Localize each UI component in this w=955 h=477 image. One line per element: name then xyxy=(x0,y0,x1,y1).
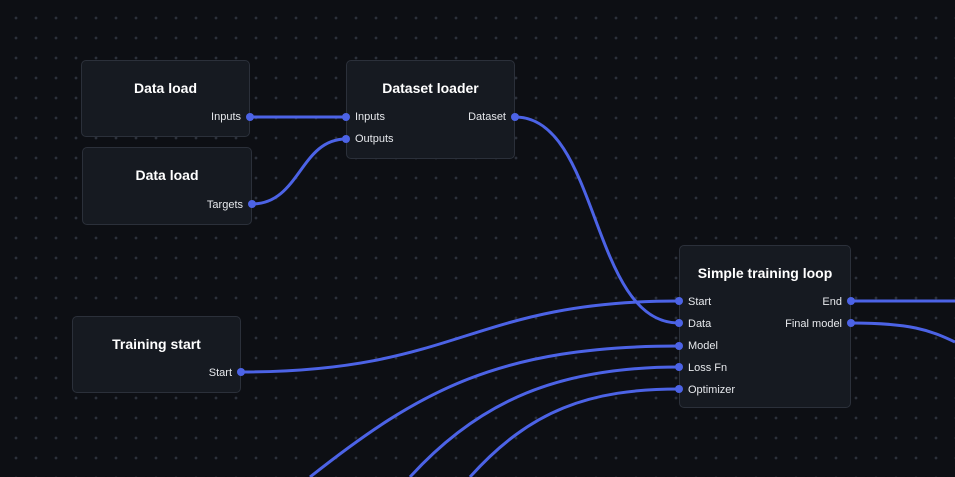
port-handle-loop-loss-fn-in[interactable] xyxy=(675,363,683,371)
wire-model-input xyxy=(309,344,680,477)
node-title: Training start xyxy=(112,336,201,352)
output-port-end-label: End xyxy=(822,296,842,308)
input-port-start-label: Start xyxy=(688,296,712,308)
wire-loss-fn-input xyxy=(408,365,680,477)
port-handle-loop-optimizer-in[interactable] xyxy=(675,385,683,393)
input-port-model-label: Model xyxy=(688,340,718,352)
output-port-inputs-label: Inputs xyxy=(211,111,241,123)
input-port-loss-fn-label: Loss Fn xyxy=(688,362,728,374)
node-title: Simple training loop xyxy=(697,265,833,281)
output-port-final-model-label: Final model xyxy=(785,318,842,330)
port-handle-loop-data-in[interactable] xyxy=(675,319,683,327)
wire-optimizer-input xyxy=(468,387,680,477)
port-handle-data-load-targets-out[interactable] xyxy=(248,200,256,208)
wire-targets-to-dataset-loader xyxy=(251,137,347,206)
node-title: Data load xyxy=(135,167,199,183)
simple-training-loop-node[interactable]: Simple training loop Start Data Model Lo… xyxy=(679,245,851,408)
port-handle-dataset-loader-dataset-out[interactable] xyxy=(511,113,519,121)
node-title: Dataset loader xyxy=(382,80,479,96)
data-load-node-inputs[interactable]: Data load Inputs xyxy=(81,60,250,137)
port-handle-loop-model-in[interactable] xyxy=(675,342,683,350)
output-port-dataset-label: Dataset xyxy=(468,111,506,123)
wire-final-model-offscreen xyxy=(850,321,955,344)
port-handle-loop-final-model-out[interactable] xyxy=(847,319,855,327)
node-title: Data load xyxy=(133,80,197,96)
input-port-outputs-label: Outputs xyxy=(355,133,394,145)
wire-training-start-to-loop xyxy=(240,299,680,374)
input-port-optimizer-label: Optimizer xyxy=(688,384,736,396)
output-port-targets-label: Targets xyxy=(206,199,243,211)
output-port-start-label: Start xyxy=(208,367,232,379)
training-start-node[interactable]: Training start Start xyxy=(72,316,241,393)
port-handle-loop-start-in[interactable] xyxy=(675,297,683,305)
input-port-inputs-label: Inputs xyxy=(355,111,385,123)
port-handle-loop-end-out[interactable] xyxy=(847,297,855,305)
data-load-node-targets[interactable]: Data load Targets xyxy=(82,147,252,225)
dataset-loader-node[interactable]: Dataset loader Inputs Outputs Dataset xyxy=(346,60,515,159)
wire-dataset-to-training-loop xyxy=(514,115,680,325)
port-handle-dataset-loader-inputs-in[interactable] xyxy=(342,113,350,121)
port-handle-data-load-inputs-out[interactable] xyxy=(246,113,254,121)
port-handle-training-start-out[interactable] xyxy=(237,368,245,376)
input-port-data-label: Data xyxy=(688,318,712,330)
port-handle-dataset-loader-outputs-in[interactable] xyxy=(342,135,350,143)
